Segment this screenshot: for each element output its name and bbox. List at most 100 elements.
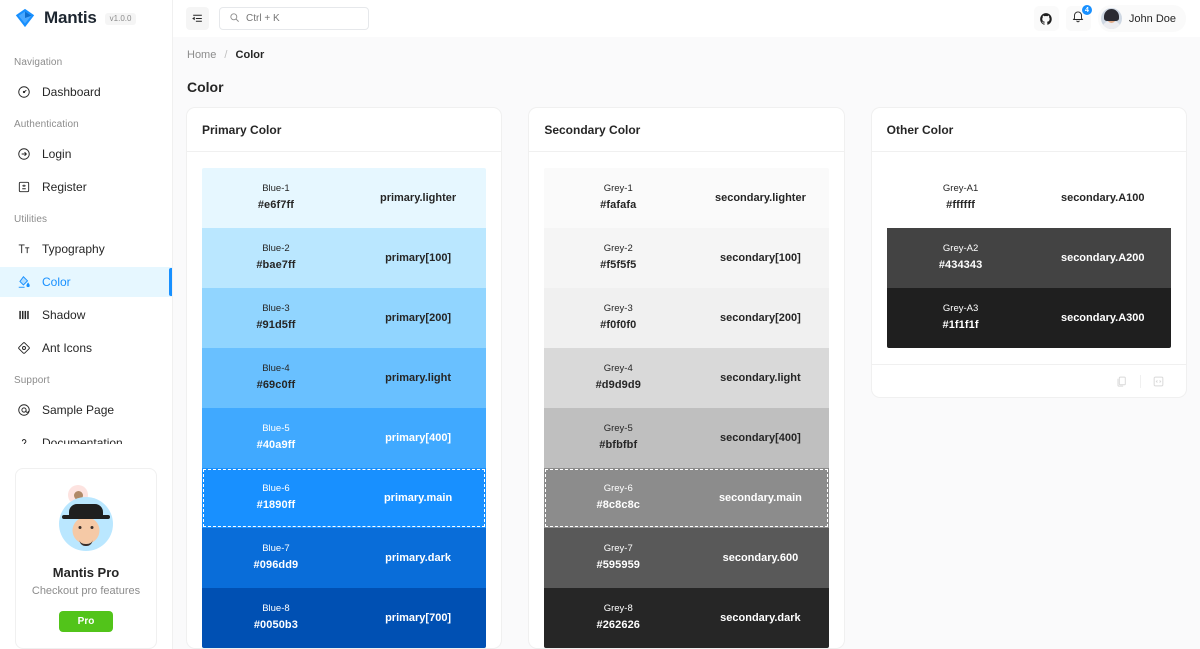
swatch-list-secondary: Grey-1 #fafafa secondary.lighter Grey-2 … [544,168,829,648]
sidebar-item-label: Documentation [42,435,123,444]
color-swatch-row[interactable]: Grey-A2 #434343 secondary.A200 [886,228,1171,288]
user-name: John Doe [1128,12,1176,25]
notification-badge: 4 [1080,4,1093,16]
card-body: Grey-1 #fafafa secondary.lighter Grey-2 … [529,152,843,648]
swatch-token: primary[200] [385,312,452,324]
primary-color-card: Primary Color Blue-1 #e6f7ff primary.lig… [186,107,503,649]
code-snippet-icon[interactable] [1146,368,1172,394]
sidebar-item-color[interactable]: Color [0,266,172,297]
swatch-name: Blue-3 [262,303,290,315]
menu-collapse-icon[interactable] [186,7,209,30]
color-swatch-row[interactable]: Blue-3 #91d5ff primary[200] [202,288,487,348]
swatch-hex: #f0f0f0 [600,318,637,331]
swatch-token: primary.dark [385,552,451,564]
ant-icons-icon [16,340,31,355]
swatch-name: Grey-A3 [942,303,979,315]
swatch-hex: #bfbfbf [599,438,638,451]
sidebar-item-sample-page[interactable]: Sample Page [0,395,172,425]
brand-name: Mantis [44,7,97,27]
swatch-token: secondary.A200 [1060,252,1145,264]
swatch-token: primary[700] [385,612,452,624]
sidebar-item-documentation[interactable]: Documentation [0,428,172,444]
swatch-name: Grey-8 [603,603,633,615]
swatch-name: Blue-5 [262,423,290,435]
sidebar-nav: Navigation Dashboard Authentication Logi… [0,36,172,444]
top-bar-right: 4 John Doe [1033,4,1186,32]
swatch-token: secondary.main [718,492,802,504]
sidebar-item-ant-icons[interactable]: Ant Icons [0,333,172,363]
user-profile-button[interactable]: John Doe [1097,5,1186,32]
color-swatch-row[interactable]: Grey-1 #fafafa secondary.lighter [544,168,829,228]
card-body: Grey-A1 #ffffff secondary.A100 Grey-A2 #… [872,152,1186,348]
brand-header[interactable]: Mantis v1.0.0 [0,0,172,36]
swatch-hex: #bae7ff [256,258,296,271]
swatch-hex: #40a9ff [256,438,296,451]
color-swatch-row[interactable]: Blue-4 #69c0ff primary.light [202,348,487,408]
swatch-hex: #1890ff [256,498,296,511]
color-swatch-row[interactable]: Blue-2 #bae7ff primary[100] [202,228,487,288]
github-icon[interactable] [1033,6,1059,31]
color-swatch-row[interactable]: Grey-7 #595959 secondary.600 [544,528,829,588]
swatch-name: Grey-4 [603,363,633,375]
copy-icon[interactable] [1109,368,1135,394]
swatch-list-primary: Blue-1 #e6f7ff primary.lighter Blue-2 #b… [202,168,487,648]
swatch-name: Blue-1 [262,183,290,195]
color-swatch-row[interactable]: Grey-4 #d9d9d9 secondary.light [544,348,829,408]
pro-card-title: Mantis Pro [52,565,120,580]
card-footer-actions [871,364,1186,397]
nav-group-title-authentication: Authentication [14,118,79,130]
color-swatch-row[interactable]: Grey-3 #f0f0f0 secondary[200] [544,288,829,348]
swatch-hex: #91d5ff [256,318,296,331]
swatch-name: Grey-6 [603,483,633,495]
color-swatch-row[interactable]: Blue-7 #096dd9 primary.dark [202,528,487,588]
sidebar-item-label: Login [42,146,72,161]
swatch-token: primary.lighter [379,192,457,204]
breadcrumb-current: Color [235,49,265,61]
login-arrow-icon [16,146,31,161]
sidebar-item-label: Dashboard [42,84,101,99]
sidebar-item-dashboard[interactable]: Dashboard [0,77,172,107]
sidebar-item-register[interactable]: Register [0,172,172,202]
gem-diamond-icon [14,7,36,29]
card-body: Blue-1 #e6f7ff primary.lighter Blue-2 #b… [187,152,501,648]
search-box[interactable] [219,7,369,30]
sidebar-item-login[interactable]: Login [0,139,172,169]
swatch-hex: #434343 [938,258,983,271]
sidebar-item-shadow[interactable]: Shadow [0,300,172,330]
color-swatch-row[interactable]: Grey-8 #262626 secondary.dark [544,588,829,648]
swatch-name: Blue-8 [262,603,290,615]
swatch-hex: #0050b3 [253,618,298,631]
sidebar-item-label: Shadow [42,307,86,322]
color-swatch-row[interactable]: Grey-A3 #1f1f1f secondary.A300 [886,288,1171,348]
card-title: Secondary Color [529,108,844,152]
color-swatch-row-main[interactable]: Blue-6 #1890ff primary.main [202,468,487,528]
swatch-name: Grey-5 [603,423,633,435]
sidebar-item-label: Sample Page [42,402,115,417]
color-swatch-row-main[interactable]: Grey-6 #8c8c8c secondary.main [544,468,829,528]
page-content: Home / Color Color Primary Color Blue-1 … [173,37,1200,649]
swatch-token: primary.light [385,372,451,384]
sidebar-item-typography[interactable]: Typography [0,234,172,264]
breadcrumb-home[interactable]: Home [187,49,216,61]
swatch-hex: #f5f5f5 [600,258,637,271]
color-swatch-row[interactable]: Blue-1 #e6f7ff primary.lighter [202,168,487,228]
dashboard-gauge-icon [16,84,31,99]
color-swatch-row[interactable]: Blue-5 #40a9ff primary[400] [202,408,487,468]
color-swatch-row[interactable]: Grey-2 #f5f5f5 secondary[100] [544,228,829,288]
footer-divider [1139,374,1141,388]
card-title: Primary Color [187,108,502,152]
swatch-name: Grey-1 [603,183,633,195]
swatch-token: secondary.lighter [714,192,806,204]
nav-group-title-utilities: Utilities [14,213,48,225]
pro-card-subtitle: Checkout pro features [31,585,141,597]
notification-bell-button[interactable]: 4 [1065,4,1093,31]
color-palette-icon [16,274,31,289]
color-swatch-row[interactable]: Grey-5 #bfbfbf secondary[400] [544,408,829,468]
pro-upgrade-button[interactable]: Pro [59,611,113,632]
color-swatch-row[interactable]: Grey-A1 #ffffff secondary.A100 [886,168,1171,228]
swatch-token: secondary.A300 [1060,312,1145,324]
search-input[interactable] [246,13,359,24]
color-swatch-row[interactable]: Blue-8 #0050b3 primary[700] [202,588,487,648]
swatch-token: primary[100] [385,252,452,264]
swatch-token: secondary.light [720,372,801,384]
